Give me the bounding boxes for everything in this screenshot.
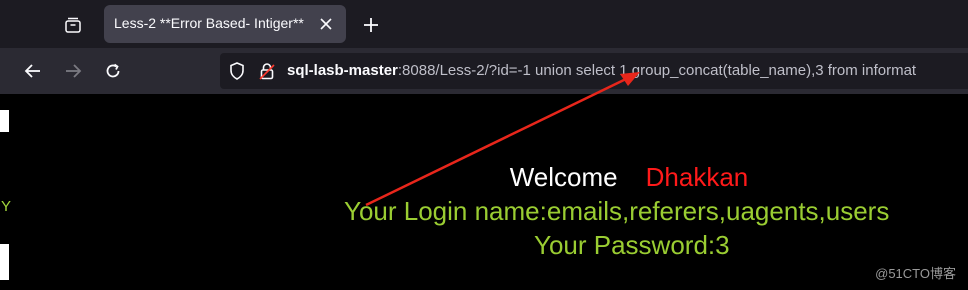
watermark: @51CTO博客 [875,266,956,281]
left-window-edge-block-lower [0,244,9,280]
login-name-text: Your Login name:emails,referers,uagents,… [344,196,890,226]
new-tab-button[interactable] [356,10,386,40]
plus-icon [364,18,378,32]
tab-close-button[interactable] [316,14,336,34]
tab-manager-icon [65,17,81,33]
welcome-label: Welcome [509,162,618,192]
tracking-shield-icon[interactable] [228,62,246,80]
close-icon [320,18,332,30]
welcome-line: Welcome Dhakkan [0,162,968,193]
welcome-name: Dhakkan [645,162,749,192]
tab-title: Less-2 **Error Based- Intiger** [114,15,304,31]
forward-button[interactable] [58,56,88,86]
back-arrow-icon [24,64,40,78]
tab-manager-button[interactable] [56,8,90,42]
navigation-bar: sql-lasb-master:8088/Less-2/?id=-1 union… [0,48,968,94]
address-bar[interactable]: sql-lasb-master:8088/Less-2/?id=-1 union… [220,53,968,89]
tab-strip: Less-2 **Error Based- Intiger** [0,0,968,48]
reload-icon [106,63,120,78]
forward-arrow-icon [66,64,82,78]
password-text: Your Password:3 [534,230,730,260]
insecure-lock-icon[interactable] [258,62,276,80]
url-text[interactable]: sql-lasb-master:8088/Less-2/?id=-1 union… [287,62,916,79]
url-path: :8088/Less-2/?id=-1 union select 1,group… [397,62,917,79]
url-host: sql-lasb-master [287,62,398,79]
back-button[interactable] [18,56,48,86]
tab-active[interactable]: Less-2 **Error Based- Intiger** [104,5,346,43]
reload-button[interactable] [98,56,128,86]
left-window-edge-text: Y [1,198,12,215]
left-window-edge-block [0,110,9,132]
